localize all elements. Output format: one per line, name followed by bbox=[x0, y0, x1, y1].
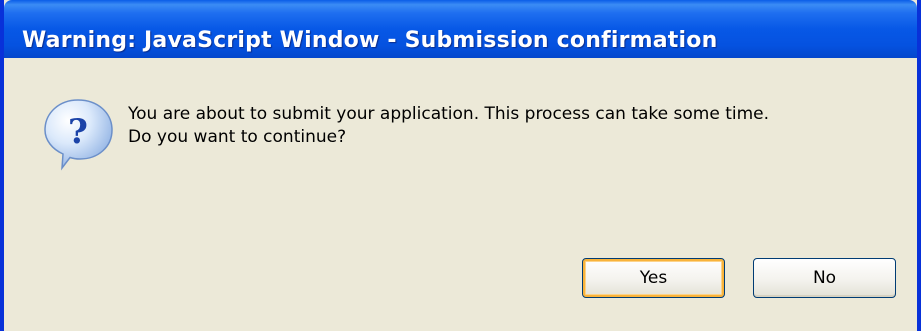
svg-text:?: ? bbox=[68, 112, 88, 152]
yes-button[interactable]: Yes bbox=[582, 258, 725, 298]
dialog-message: You are about to submit your application… bbox=[128, 103, 769, 149]
window-title: Warning: JavaScript Window - Submission … bbox=[22, 28, 718, 53]
question-icon: ? bbox=[44, 99, 113, 171]
dialog-window: Warning: JavaScript Window - Submission … bbox=[0, 0, 921, 331]
message-line-1: You are about to submit your application… bbox=[128, 104, 770, 124]
dialog-body: ? You are about to submit your applicati… bbox=[4, 58, 917, 331]
message-line-2: Do you want to continue? bbox=[128, 127, 347, 147]
title-bar[interactable]: Warning: JavaScript Window - Submission … bbox=[4, 0, 917, 58]
no-button[interactable]: No bbox=[753, 258, 896, 298]
